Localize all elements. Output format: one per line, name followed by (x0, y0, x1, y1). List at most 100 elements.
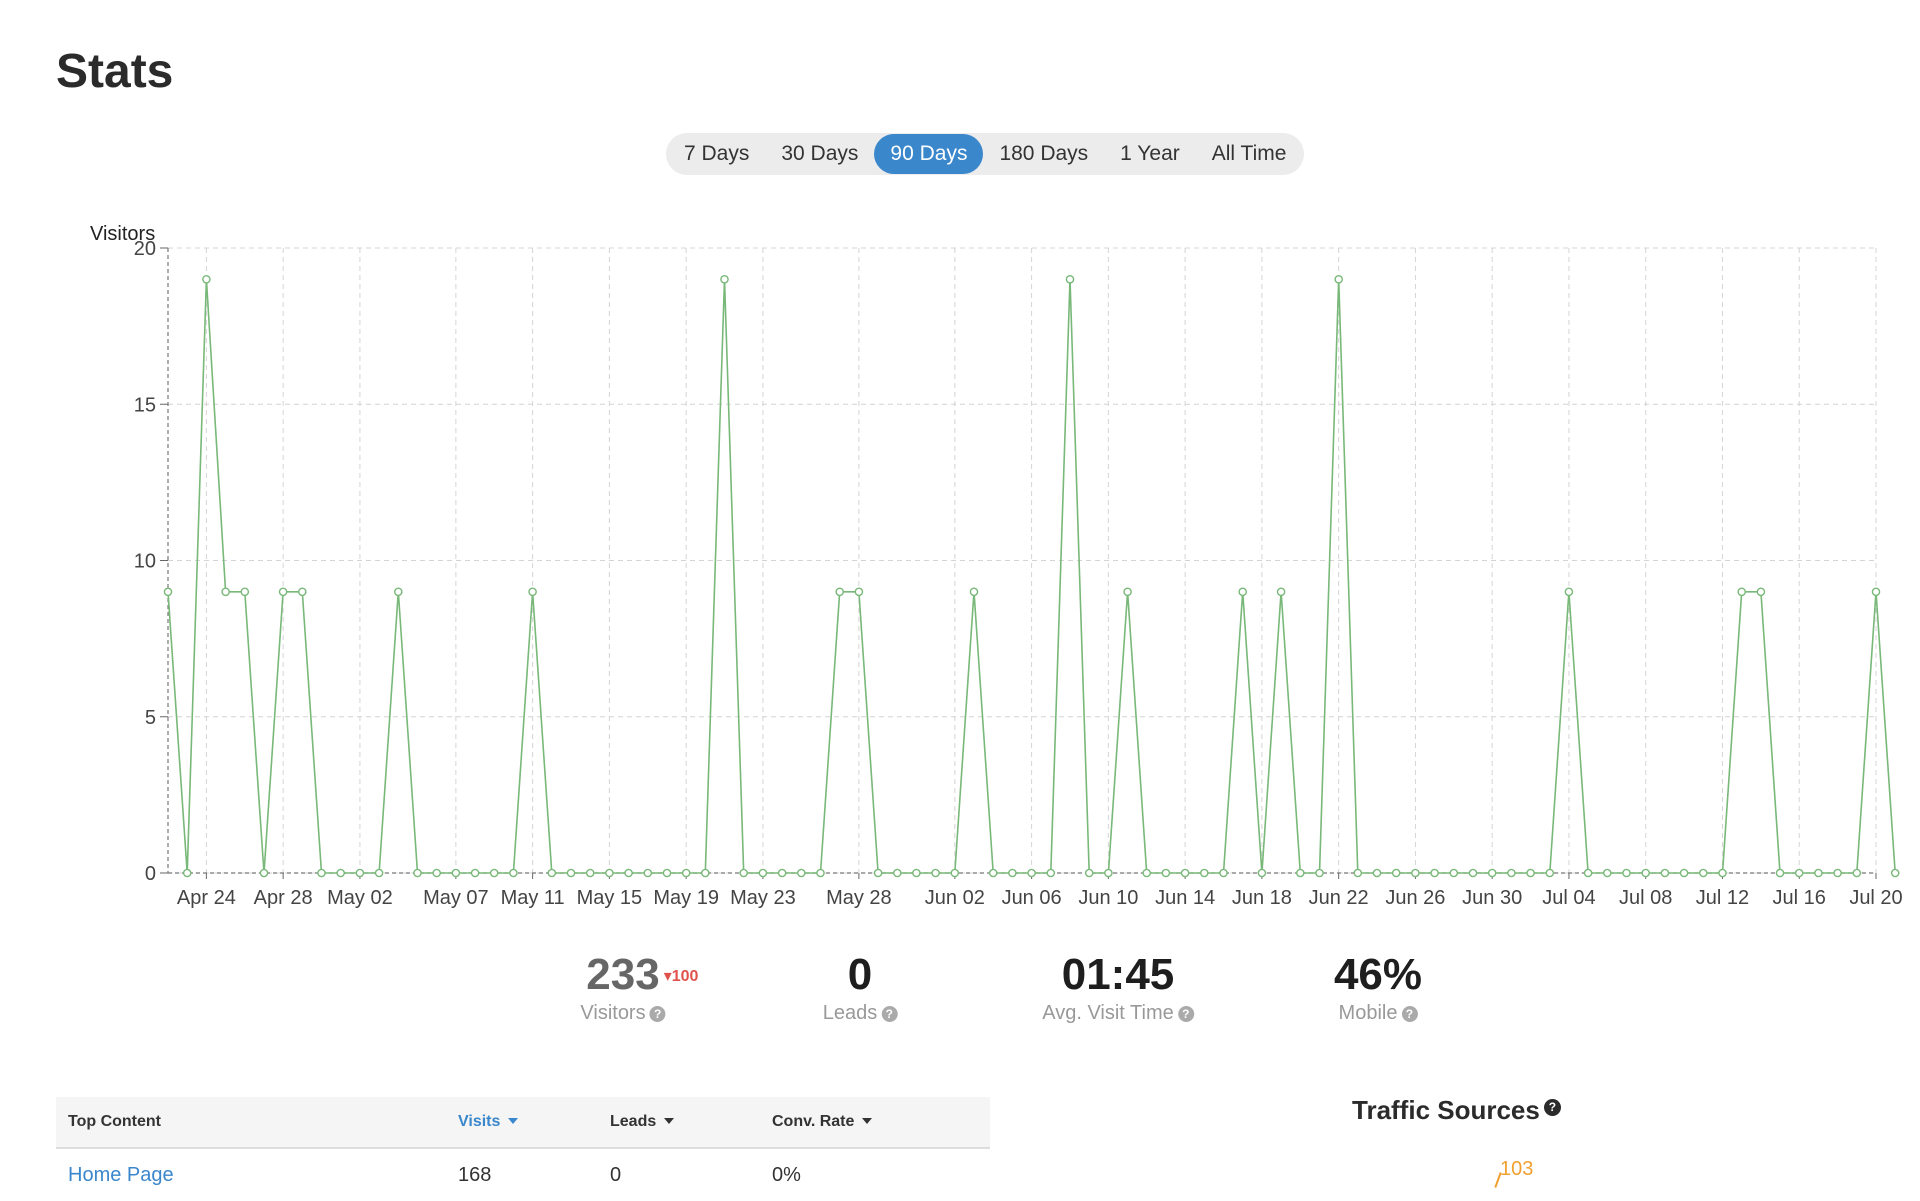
data-point (1430, 868, 1439, 878)
help-icon[interactable]: ? (1177, 1006, 1194, 1022)
data-point (393, 587, 403, 597)
data-point (1296, 868, 1305, 878)
sort-caret-icon (862, 1118, 873, 1124)
y-tick-label: 15 (134, 394, 156, 416)
data-point (1660, 868, 1670, 878)
x-tick-label: Jun 26 (1385, 887, 1445, 909)
data-point (1180, 868, 1190, 878)
data-point (662, 868, 672, 878)
data-point (432, 868, 442, 878)
leads-header-label: Leads (610, 1113, 657, 1130)
data-point (681, 868, 691, 878)
data-point (1679, 868, 1689, 878)
x-tick-label: May 23 (730, 887, 796, 909)
data-point (1890, 868, 1900, 878)
data-point (893, 868, 902, 878)
data-point (1315, 868, 1324, 878)
leads-sort-header[interactable]: Leads (598, 1097, 760, 1149)
y-tick-label: 0 (145, 863, 156, 885)
visitors-chart: 05101520Apr 24 Apr 28 May 02 May 07 May 11 Ma… (90, 223, 1903, 909)
data-point (240, 587, 250, 597)
data-point (1699, 868, 1708, 878)
leads-stat: 0 Leads? (823, 950, 898, 1025)
sort-caret-icon (664, 1118, 675, 1124)
data-point (1641, 868, 1650, 878)
table-row: Home Page 168 0 0% (56, 1148, 990, 1201)
x-tick-label: Jul 16 (1773, 887, 1826, 909)
data-point (163, 587, 173, 597)
x-tick-label: May 15 (577, 887, 643, 909)
data-point (777, 868, 787, 878)
traffic-sources-value: 103 (1500, 1158, 1534, 1180)
data-point (1219, 868, 1228, 878)
x-tick-label: Jun 30 (1462, 887, 1522, 909)
row-conv-rate: 0% (772, 1163, 801, 1186)
data-point (797, 868, 806, 878)
x-tick-label: Jun 18 (1232, 887, 1292, 909)
traffic-sources-title: Traffic Sources? (1352, 1095, 1561, 1126)
visitors-label: Visitors (580, 1002, 646, 1024)
help-icon[interactable]: ? (1543, 1099, 1561, 1116)
visits-sort-header[interactable]: Visits (446, 1097, 598, 1149)
data-point (1391, 868, 1401, 878)
data-point (1276, 587, 1286, 597)
data-point (1046, 868, 1056, 878)
help-icon[interactable]: ? (649, 1006, 666, 1022)
data-point (1161, 868, 1171, 878)
sort-caret-icon (508, 1118, 519, 1124)
x-tick-label: Jun 14 (1155, 887, 1215, 909)
data-point (1794, 868, 1804, 878)
data-point (528, 587, 537, 597)
table-header-row: Top Content Visits Leads Conv. Rate (56, 1097, 990, 1149)
x-tick-label: Jun 22 (1309, 887, 1369, 909)
data-point (1564, 587, 1574, 597)
data-point (259, 868, 269, 878)
data-point (816, 868, 825, 878)
home-page-link[interactable]: Home Page (68, 1164, 174, 1186)
data-point (720, 274, 729, 284)
help-icon[interactable]: ? (881, 1006, 898, 1022)
data-point (547, 868, 557, 878)
data-point (873, 868, 883, 878)
data-point (1123, 587, 1132, 597)
data-point (202, 274, 211, 284)
data-point (451, 868, 461, 878)
data-point (1814, 868, 1823, 878)
help-icon[interactable]: ? (1401, 1006, 1418, 1022)
conv-rate-header-label: Conv. Rate (772, 1113, 855, 1130)
data-point (1238, 587, 1247, 597)
visits-header-label: Visits (458, 1113, 501, 1130)
summary-stats: 233 ▾100 Visitors? 0 Leads? 01:45 Avg. V… (0, 950, 1920, 1030)
x-tick-label: Jul 20 (1849, 887, 1902, 909)
x-tick-label: Apr 24 (177, 887, 236, 909)
conv-rate-sort-header[interactable]: Conv. Rate (760, 1097, 990, 1149)
x-tick-label: Jun 06 (1002, 887, 1062, 909)
data-point (1257, 868, 1267, 878)
data-point (1833, 868, 1842, 878)
data-point (1449, 868, 1459, 878)
x-tick-label: Jul 04 (1542, 887, 1595, 909)
data-point (336, 868, 346, 878)
data-point (1411, 868, 1420, 878)
avg-visit-time-stat: 01:45 Avg. Visit Time? (1042, 950, 1194, 1025)
data-point (413, 868, 422, 878)
mobile-label: Mobile (1338, 1002, 1398, 1024)
data-point (969, 587, 979, 597)
data-point (988, 868, 998, 878)
top-content-header: Top Content (56, 1097, 446, 1149)
data-point (1507, 868, 1516, 878)
data-point (1603, 868, 1612, 878)
data-point (1487, 868, 1497, 878)
data-point (912, 868, 921, 878)
data-point (585, 868, 595, 878)
data-point (1622, 868, 1631, 878)
data-point (1468, 868, 1478, 878)
data-point (758, 868, 768, 878)
data-point (1065, 274, 1075, 284)
data-point (1353, 868, 1363, 878)
data-point (1526, 868, 1535, 878)
data-point (624, 868, 633, 878)
data-point (605, 868, 614, 878)
visitors-stat: 233 ▾100 Visitors? (580, 950, 698, 1025)
data-point (1104, 868, 1113, 878)
